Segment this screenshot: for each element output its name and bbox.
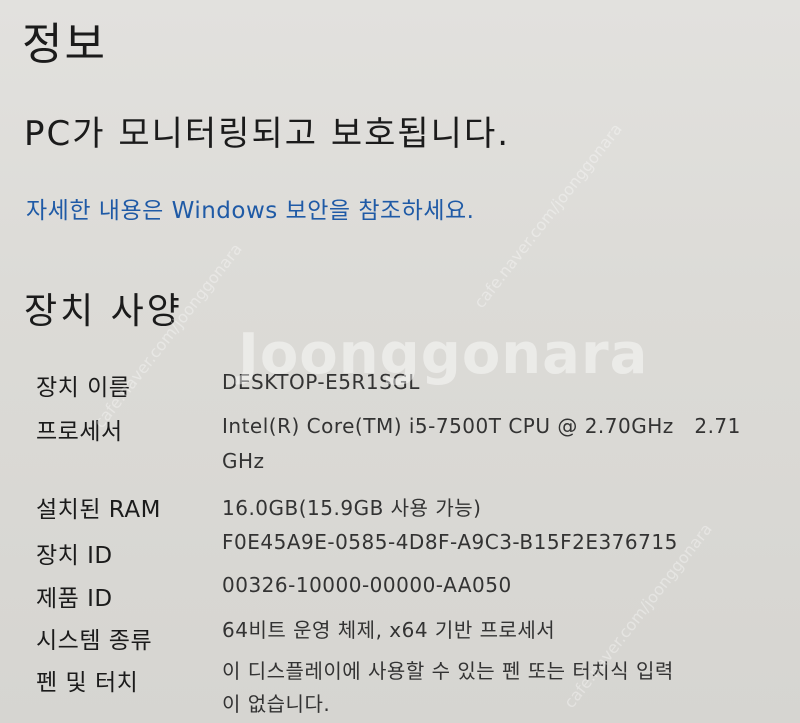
spec-value-processor: Intel(R) Core(TM) i5-7500T CPU @ 2.70GHz… (222, 414, 741, 438)
spec-label-device-name: 장치 이름 (36, 375, 131, 401)
page-title: 정보 (22, 19, 107, 70)
spec-value-device-name: DESKTOP-E5R1SGL (222, 370, 420, 394)
protection-status-text: PC가 모니터링되고 보호됩니다. (24, 114, 511, 154)
spec-label-device-id: 장치 ID (36, 543, 113, 569)
about-page: 정보 PC가 모니터링되고 보호됩니다. 자세한 내용은 Windows 보안을… (0, 0, 800, 723)
spec-value-product-id: 00326-10000-00000-AA050 (222, 573, 512, 597)
spec-value-system-type: 64비트 운영 체제, x64 기반 프로세서 (222, 618, 556, 642)
spec-value-pen-touch: 이 디스플레이에 사용할 수 있는 펜 또는 터치식 입력 (222, 659, 674, 683)
spec-label-ram: 설치된 RAM (36, 497, 161, 523)
spec-value-ram: 16.0GB(15.9GB 사용 가능) (222, 496, 482, 520)
diagonal-watermark: cafe.naver.com/joonggonara (90, 239, 246, 432)
spec-label-pen-touch: 펜 및 터치 (36, 670, 139, 696)
spec-value-pen-touch-line2: 이 없습니다. (222, 692, 331, 716)
spec-label-product-id: 제품 ID (36, 586, 113, 612)
spec-value-device-id: F0E45A9E-0585-4D8F-A9C3-B15F2E376715 (222, 530, 678, 554)
spec-value-processor-line2: GHz (222, 449, 265, 473)
windows-security-link[interactable]: 자세한 내용은 Windows 보안을 참조하세요. (26, 191, 474, 225)
device-specs-heading: 장치 사양 (24, 291, 183, 332)
spec-label-system-type: 시스템 종류 (36, 628, 153, 654)
spec-label-processor: 프로세서 (36, 419, 123, 445)
